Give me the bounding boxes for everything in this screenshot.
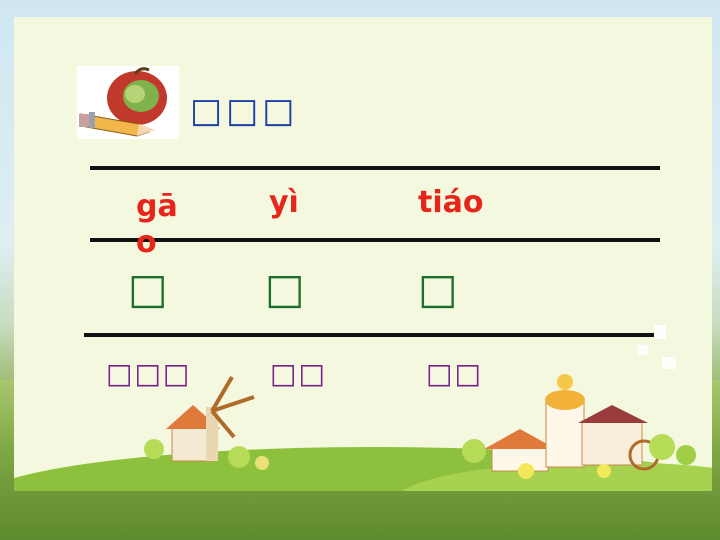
apple-pencil-icon	[77, 66, 179, 139]
bottom-rule	[84, 333, 654, 337]
slide-panel: □□□ gāo yì tiáo □ □ □ □□□ □□ □□	[14, 17, 712, 491]
character-3: □	[418, 264, 458, 313]
pinyin-gao: gāo	[136, 189, 178, 260]
slide-title: □□□	[190, 91, 299, 131]
word-1: □□□	[106, 357, 192, 390]
top-rule	[90, 166, 660, 170]
character-1: □	[128, 264, 168, 313]
word-3: □□	[426, 357, 483, 390]
word-2: □□	[270, 357, 327, 390]
pinyin-yi: yì	[269, 185, 299, 220]
pinyin-tiao: tiáo	[418, 185, 484, 220]
character-2: □	[265, 264, 305, 313]
